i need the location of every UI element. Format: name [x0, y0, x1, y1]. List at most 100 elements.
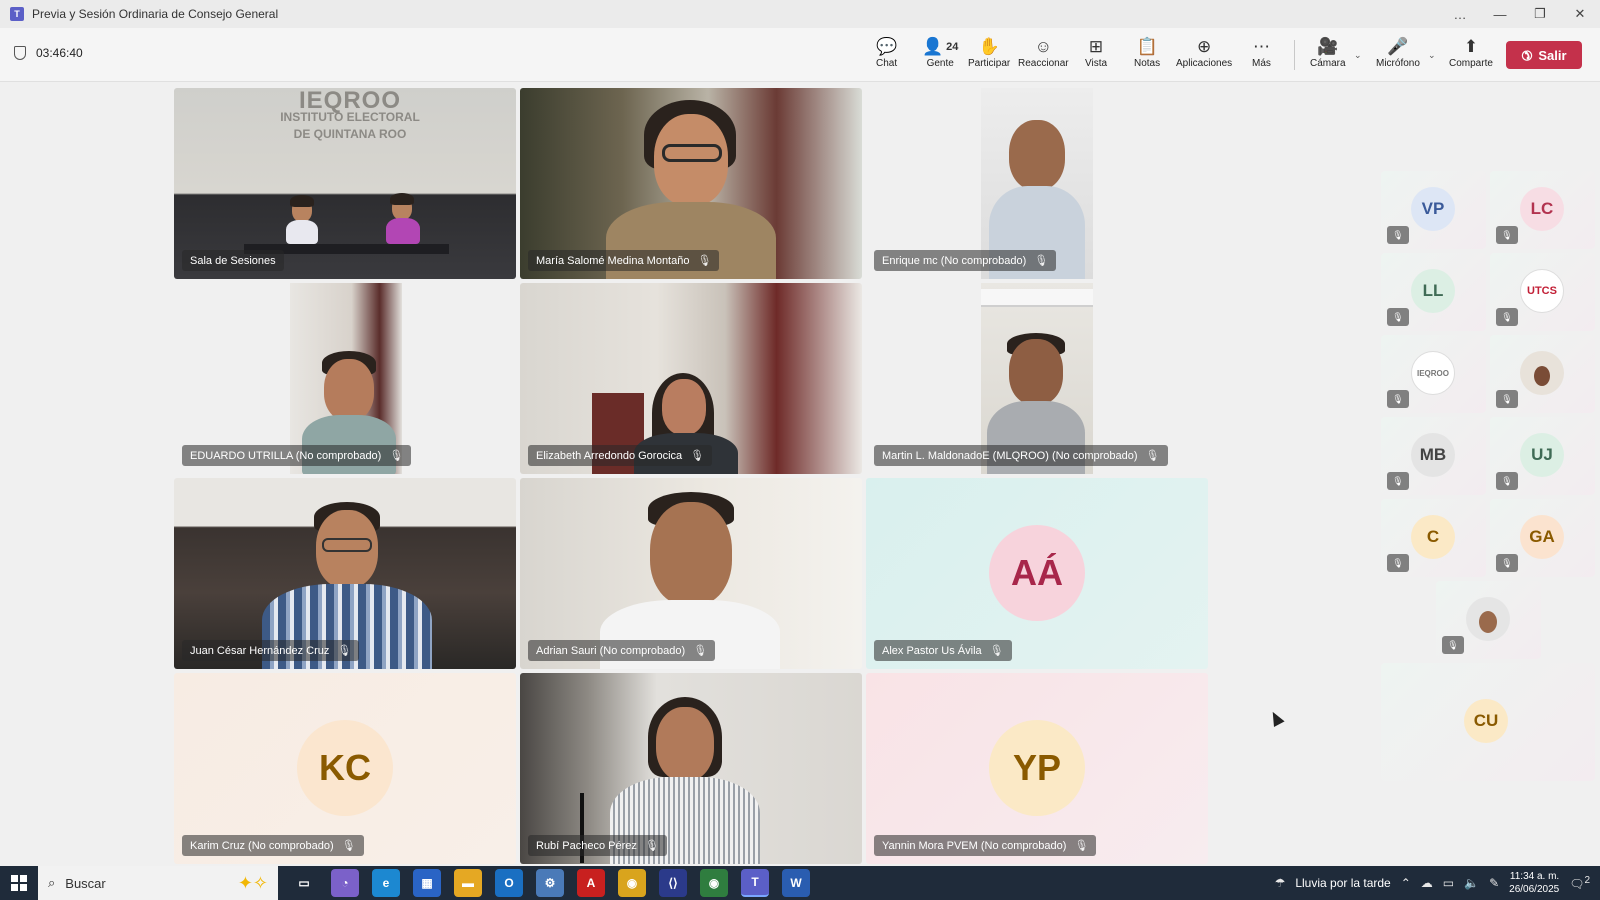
chrome-profile-icon[interactable]: ◉ [700, 869, 728, 897]
chevron-up-icon[interactable]: ⌃ [1401, 876, 1411, 890]
system-tray: ☂ Lluvia por la tarde ⌃ ☁ ▭ 🔈 ✎ 11:34 a.… [1275, 866, 1600, 900]
participant-avatar: CU [1464, 699, 1508, 743]
plus-icon: ⊕ [1196, 37, 1212, 56]
raise-hand-button[interactable]: ✋ Participar [968, 36, 1010, 69]
outlook-icon[interactable]: O [495, 869, 523, 897]
weather-text[interactable]: Lluvia por la tarde [1295, 876, 1390, 890]
camera-button[interactable]: 🎥 Cámara [1310, 36, 1346, 69]
onedrive-icon[interactable]: ☁ [1421, 876, 1433, 890]
edge-icon[interactable]: e [372, 869, 400, 897]
taskbar-search[interactable]: ⌕ Buscar ✦✧ [38, 866, 278, 900]
maximize-button[interactable]: ❐ [1520, 6, 1560, 22]
side-participant-tile[interactable]: C 🎙 [1381, 499, 1486, 577]
side-participant-tile[interactable]: MB 🎙 [1381, 417, 1486, 495]
video-tile[interactable]: Adrian Sauri (No comprobado) 🎙 [520, 478, 862, 669]
side-participant-tile[interactable]: GA 🎙 [1490, 499, 1595, 577]
task-view-icon[interactable]: ▭ [290, 869, 318, 897]
notes-button[interactable]: 📋 Notas [1134, 36, 1160, 69]
close-button[interactable]: ✕ [1560, 6, 1600, 22]
video-tile[interactable]: IEQROO INSTITUTO ELECTORAL DE QUINTANA R… [174, 88, 516, 279]
video-tile[interactable]: Juan César Hernández Cruz 🎙 [174, 478, 516, 669]
pinned-apps: ▭ ◔ e ▦ ▬ O ⚙ A ◉ ⟨⟩ ◉ T W [290, 869, 810, 897]
apps-button[interactable]: ⊕ Aplicaciones [1176, 36, 1232, 69]
notes-icon: 📋 [1136, 37, 1158, 56]
mic-muted-icon: 🎙 [1496, 472, 1518, 490]
mic-muted-icon: 🎙 [1387, 390, 1409, 408]
mic-muted-icon: 🎙 [690, 450, 705, 462]
side-participant-tile[interactable]: LL 🎙 [1381, 253, 1486, 331]
chrome-icon[interactable]: ◉ [618, 869, 646, 897]
clock[interactable]: 11:34 a. m. 26/06/2025 [1509, 870, 1559, 896]
react-button[interactable]: ☺ Reaccionar [1018, 36, 1069, 69]
volume-icon[interactable]: 🔈 [1464, 876, 1479, 890]
utcs-logo: UTCS [1520, 269, 1564, 313]
participant-avatar: GA [1520, 515, 1564, 559]
more-options-icon[interactable]: … [1440, 7, 1480, 22]
participant-name-bar: EDUARDO UTRILLA (No comprobado) 🎙 [182, 445, 412, 466]
participant-name-bar: Adrian Sauri (No comprobado) 🎙 [528, 640, 716, 661]
pen-icon[interactable]: ✎ [1489, 876, 1499, 890]
participant-name-bar: Alex Pastor Us Ávila 🎙 [874, 640, 1012, 661]
participant-name-bar: María Salomé Medina Montaño 🎙 [528, 250, 720, 271]
participant-name: Karim Cruz (No comprobado) [190, 839, 334, 852]
participant-avatar: AÁ [989, 525, 1085, 621]
mic-options-chevron-icon[interactable]: ⌄ [1428, 50, 1436, 61]
raise-hand-label: Participar [968, 58, 1011, 69]
window-title: Previa y Sesión Ordinaria de Consejo Gen… [32, 7, 279, 21]
start-button[interactable] [0, 866, 38, 900]
mic-muted-icon: 🎙 [1034, 255, 1049, 267]
view-button[interactable]: ⊞ Vista [1085, 36, 1107, 69]
side-participant-tile[interactable]: UJ 🎙 [1490, 417, 1595, 495]
mic-muted-icon: 🎙 [1496, 226, 1518, 244]
participant-name: Yannin Mora PVEM (No comprobado) [882, 839, 1067, 852]
side-participant-tile[interactable]: IEQROO 🎙 [1381, 335, 1486, 413]
participant-name-bar: Juan César Hernández Cruz 🎙 [182, 640, 360, 661]
side-participant-tile[interactable]: 🎙 [1490, 335, 1595, 413]
air-conditioner [981, 289, 1093, 307]
avatar-tile[interactable]: KC Karim Cruz (No comprobado) 🎙 [174, 673, 516, 864]
side-participant-tile[interactable]: UTCS 🎙 [1490, 253, 1595, 331]
participant-avatar: VP [1411, 187, 1455, 231]
video-tile[interactable]: Elizabeth Arredondo Gorocica 🎙 [520, 283, 862, 474]
side-participant-tile-large[interactable]: CU [1381, 663, 1595, 781]
microphone-button[interactable]: 🎤 Micrófono [1376, 36, 1420, 69]
camera-options-chevron-icon[interactable]: ⌄ [1354, 50, 1362, 61]
title-bar: T Previa y Sesión Ordinaria de Consejo G… [0, 0, 1600, 28]
file-explorer-icon[interactable]: ▬ [454, 869, 482, 897]
notifications-icon[interactable]: 🗨2 [1569, 875, 1590, 891]
copilot-sparkle-icon: ✦✧ [237, 872, 268, 893]
settings-icon[interactable]: ⚙ [536, 869, 564, 897]
store-icon[interactable]: ▦ [413, 869, 441, 897]
network-icon[interactable]: ▭ [1443, 876, 1454, 890]
side-participant-tile[interactable]: 🎙 [1436, 581, 1541, 659]
people-button[interactable]: 👤 24 Gente [922, 36, 958, 69]
avatar-tile[interactable]: AÁ Alex Pastor Us Ávila 🎙 [866, 478, 1208, 669]
share-button[interactable]: ⬆ Comparte [1449, 36, 1493, 69]
clock-date: 26/06/2025 [1509, 884, 1560, 895]
acrobat-icon[interactable]: A [577, 869, 605, 897]
video-tile[interactable]: Enrique mc (No comprobado) 🎙 [866, 88, 1208, 279]
more-button[interactable]: ⋯ Más [1252, 36, 1271, 69]
copilot-app-icon[interactable]: ◔ [331, 869, 359, 897]
side-participant-tile[interactable]: VP 🎙 [1381, 171, 1486, 249]
vscode-icon[interactable]: ⟨⟩ [659, 869, 687, 897]
video-tile[interactable]: EDUARDO UTRILLA (No comprobado) 🎙 [174, 283, 516, 474]
chat-button[interactable]: 💬 Chat [876, 36, 897, 69]
minimize-button[interactable]: — [1480, 7, 1520, 22]
video-tile[interactable]: María Salomé Medina Montaño 🎙 [520, 88, 862, 279]
teams-taskbar-icon[interactable]: T [741, 869, 769, 897]
video-tile[interactable]: Rubí Pacheco Pérez 🎙 [520, 673, 862, 864]
people-icon: 👤 24 [922, 37, 959, 56]
word-icon[interactable]: W [782, 869, 810, 897]
participant-avatar: C [1411, 515, 1455, 559]
teams-icon: T [10, 7, 24, 21]
meeting-stage: IEQROO INSTITUTO ELECTORAL DE QUINTANA R… [0, 83, 1600, 865]
avatar-tile[interactable]: YP Yannin Mora PVEM (No comprobado) 🎙 [866, 673, 1208, 864]
meeting-toolbar: 03:46:40 💬 Chat 👤 24 Gente ✋ Participar ☺… [0, 28, 1600, 82]
participant-name: María Salomé Medina Montaño [536, 254, 690, 267]
video-tile[interactable]: Martin L. MaldonadoE (MLQROO) (No compro… [866, 283, 1208, 474]
side-participant-tile[interactable]: LC 🎙 [1490, 171, 1595, 249]
wall-sign: IEQROO INSTITUTO ELECTORAL DE QUINTANA R… [270, 89, 430, 143]
microphone-icon: 🎤 [1387, 37, 1409, 56]
leave-button[interactable]: ✆ Salir [1506, 41, 1582, 69]
